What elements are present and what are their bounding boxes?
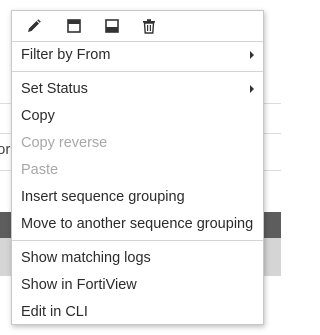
menu-separator — [12, 240, 263, 241]
submenu-arrow-icon — [250, 85, 254, 93]
menu-item-set-status[interactable]: Set Status — [12, 76, 263, 102]
pencil-icon[interactable] — [24, 16, 44, 36]
menu-item-label: Paste — [21, 162, 59, 178]
bg-text-fragment: or — [0, 141, 11, 158]
menu-item-label: Copy reverse — [21, 135, 108, 151]
menu-item-copy[interactable]: Copy — [12, 103, 263, 129]
dock-top-icon[interactable] — [64, 16, 84, 36]
menu-item-show-matching-logs[interactable]: Show matching logs — [12, 245, 263, 271]
dock-bottom-icon[interactable] — [102, 16, 122, 36]
menu-item-insert-sequence-grouping[interactable]: Insert sequence grouping — [12, 184, 263, 210]
menu-item-paste: Paste — [12, 157, 263, 183]
menu-item-label: Move to another sequence grouping — [21, 216, 254, 232]
menu-item-show-in-fortiview[interactable]: Show in FortiView — [12, 272, 263, 298]
menu-item-label: Copy — [21, 108, 55, 124]
menu-separator — [12, 71, 263, 72]
menu-item-filter-by-from[interactable]: Filter by From — [12, 42, 263, 68]
menu-item-edit-in-cli[interactable]: Edit in CLI — [12, 299, 263, 325]
menu-item-label: Edit in CLI — [21, 304, 88, 320]
menu-item-copy-reverse: Copy reverse — [12, 130, 263, 156]
trash-icon[interactable] — [139, 16, 159, 36]
submenu-arrow-icon — [250, 51, 254, 59]
menu-item-label: Show matching logs — [21, 250, 151, 266]
menu-item-move-to-sequence-grouping[interactable]: Move to another sequence grouping — [12, 211, 263, 237]
menu-toolbar — [12, 11, 263, 41]
context-menu: Filter by From Set Status Copy Copy reve… — [11, 10, 264, 325]
menu-item-label: Filter by From — [21, 47, 111, 63]
menu-item-label: Set Status — [21, 81, 88, 97]
menu-item-label: Insert sequence grouping — [21, 189, 185, 205]
menu-item-label: Show in FortiView — [21, 277, 137, 293]
